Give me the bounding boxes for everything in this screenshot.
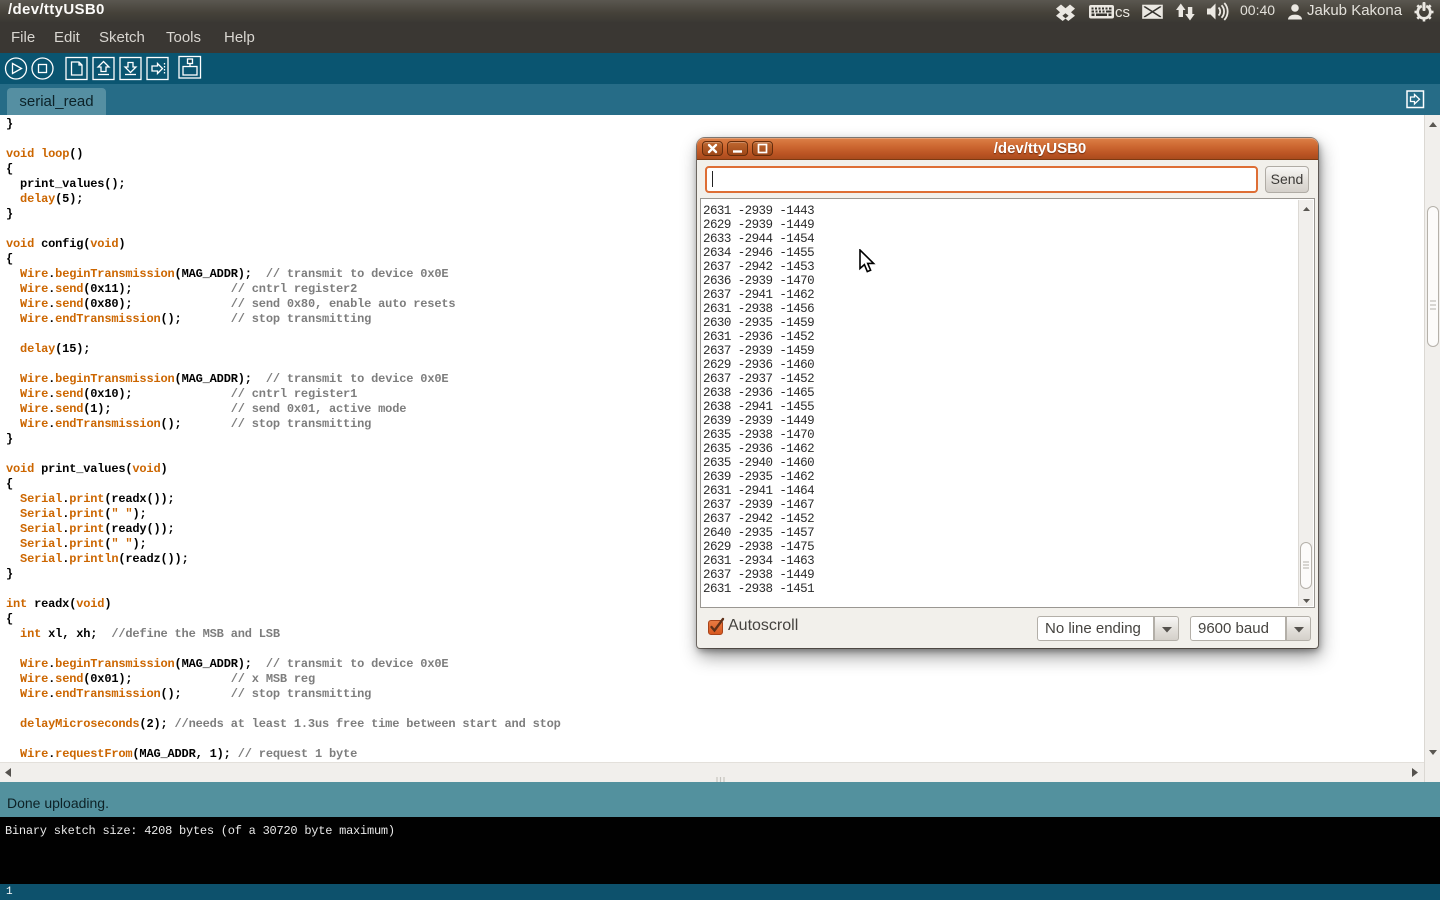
svg-text:cs: cs <box>1115 4 1130 21</box>
